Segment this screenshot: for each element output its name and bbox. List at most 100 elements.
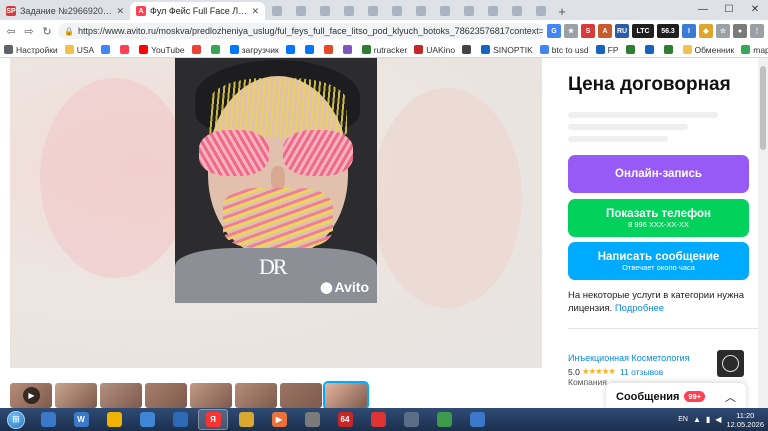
tab-active[interactable]: A Фул Фейс Full Face Лицо под Клю ✕ (130, 2, 265, 20)
bookmark-item[interactable] (101, 45, 113, 54)
taskbar-app-button[interactable] (429, 409, 459, 430)
taskbar-app-button[interactable] (165, 409, 195, 430)
bookmark-item[interactable]: rutracker (361, 45, 407, 55)
extension-icon[interactable]: LTC (632, 24, 654, 38)
video-thumbnail[interactable]: ▶ (10, 383, 52, 408)
extension-icon[interactable]: I (682, 24, 696, 38)
forward-icon[interactable]: ⇨ (22, 24, 36, 38)
tab-pinned[interactable] (457, 2, 481, 20)
tab-pinned[interactable] (385, 2, 409, 20)
write-message-button[interactable]: Написать сообщение Отвечает около часа (568, 242, 749, 280)
bookmark-item[interactable]: YouTube (139, 45, 185, 55)
network-icon[interactable]: ▮ (706, 415, 710, 424)
tab-pinned[interactable] (265, 2, 289, 20)
bookmark-item[interactable] (644, 45, 657, 54)
photo-thumbnail[interactable] (323, 381, 369, 408)
bookmark-item[interactable] (191, 45, 204, 54)
tab[interactable]: SP Задание №2966920 - просмотр з ✕ (0, 2, 130, 20)
bookmark-item[interactable]: Обменник (682, 45, 734, 55)
main-photo[interactable]: DR ⬤ Avito (175, 58, 377, 303)
reload-icon[interactable]: ↻ (40, 24, 54, 38)
extension-icon[interactable]: ⋮ (750, 24, 764, 38)
tab-pinned[interactable] (481, 2, 505, 20)
taskbar-app-button[interactable]: Я (198, 409, 228, 430)
photo-thumbnail[interactable] (145, 383, 187, 408)
back-icon[interactable]: ⇦ (4, 24, 18, 38)
photo-thumbnail[interactable] (235, 383, 277, 408)
seller-avatar[interactable] (717, 350, 744, 377)
tray-arrow-icon[interactable]: ▲ (693, 415, 701, 424)
extension-icon[interactable]: ☆ (716, 24, 730, 38)
bookmark-item[interactable] (210, 45, 223, 54)
app-icon (40, 412, 56, 427)
bookmark-item[interactable] (462, 45, 474, 54)
taskbar-app-button[interactable] (99, 409, 129, 430)
taskbar-app-button[interactable] (363, 409, 393, 430)
extension-icon[interactable]: A (598, 24, 612, 38)
photo-thumbnail[interactable] (190, 383, 232, 408)
extension-icon[interactable]: S (581, 24, 595, 38)
bookmark-item[interactable] (120, 45, 132, 54)
maximize-button[interactable]: ☐ (716, 0, 742, 18)
page-scrollbar[interactable] (758, 58, 768, 408)
bookmark-item[interactable]: maps (741, 45, 768, 55)
show-phone-button[interactable]: Показать телефон 8 996 XXX-XX-XX (568, 199, 749, 237)
bookmark-item[interactable]: Настройки (4, 45, 58, 55)
clock[interactable]: 11:20 12.05.2026 (726, 411, 764, 429)
tab-pinned[interactable] (361, 2, 385, 20)
seller-reviews-link[interactable]: 11 отзывов (620, 367, 663, 377)
tab-pinned[interactable] (409, 2, 433, 20)
photo-thumbnail[interactable] (55, 383, 97, 408)
language-indicator[interactable]: EN (678, 416, 688, 423)
tab-close-icon[interactable]: ✕ (116, 6, 124, 17)
seller-name-link[interactable]: Инъекционная Косметология (568, 353, 690, 363)
tab-pinned[interactable] (529, 2, 553, 20)
bookmark-item[interactable] (304, 45, 317, 54)
start-button[interactable]: ⊞ (2, 409, 30, 430)
taskbar-app-button[interactable]: 64 (330, 409, 360, 430)
bookmark-item[interactable]: FP (595, 45, 619, 55)
taskbar-app-button[interactable] (231, 409, 261, 430)
tab-close-icon[interactable]: ✕ (251, 6, 259, 17)
online-booking-button[interactable]: Онлайн-запись (568, 155, 749, 193)
scrollbar-thumb[interactable] (760, 66, 766, 150)
tab-pinned[interactable] (505, 2, 529, 20)
bookmark-item[interactable] (663, 45, 676, 54)
close-window-button[interactable]: ✕ (742, 0, 768, 18)
bookmark-item[interactable]: USA (64, 45, 94, 55)
extension-icon[interactable]: G (547, 24, 561, 38)
extension-icon[interactable]: ★ (564, 24, 578, 38)
extension-icon[interactable]: RU (615, 24, 629, 38)
bookmark-item[interactable]: btc to usd (539, 45, 589, 55)
tab-pinned[interactable] (433, 2, 457, 20)
address-bar[interactable]: 🔒 https://www.avito.ru/moskva/predlozhen… (58, 23, 543, 39)
tab-pinned[interactable] (313, 2, 337, 20)
bookmark-item[interactable]: SINOPTIK (481, 45, 533, 55)
new-tab-button[interactable]: + (553, 2, 571, 20)
messages-popup[interactable]: Сообщения 99+ ︿ (606, 383, 746, 408)
extension-icon[interactable]: ● (733, 24, 747, 38)
volume-icon[interactable]: ◀ (715, 415, 721, 424)
photo-thumbnail[interactable] (100, 383, 142, 408)
bookmark-item[interactable] (625, 45, 638, 54)
minimize-button[interactable]: — (690, 0, 716, 18)
taskbar-app-button[interactable]: ▶ (264, 409, 294, 430)
bookmark-item[interactable]: UAKino (414, 45, 455, 55)
tab-pinned[interactable] (337, 2, 361, 20)
bookmark-item[interactable] (323, 45, 336, 54)
license-more-link[interactable]: Подробнее (615, 303, 664, 314)
bookmark-item[interactable]: загрузчик (229, 45, 279, 55)
taskbar-app-button[interactable] (132, 409, 162, 430)
photo-thumbnail[interactable] (280, 383, 322, 408)
bookmark-item[interactable] (342, 45, 355, 54)
taskbar-app-button[interactable] (297, 409, 327, 430)
bookmark-item[interactable] (285, 45, 298, 54)
chevron-up-icon[interactable]: ︿ (725, 389, 736, 405)
extension-icon[interactable]: ◆ (699, 24, 713, 38)
taskbar-app-button[interactable]: W (66, 409, 96, 430)
taskbar-app-button[interactable] (396, 409, 426, 430)
taskbar-app-button[interactable] (33, 409, 63, 430)
tab-pinned[interactable] (289, 2, 313, 20)
photo-gallery[interactable]: DR ⬤ Avito (10, 58, 542, 368)
taskbar-app-button[interactable] (462, 409, 492, 430)
